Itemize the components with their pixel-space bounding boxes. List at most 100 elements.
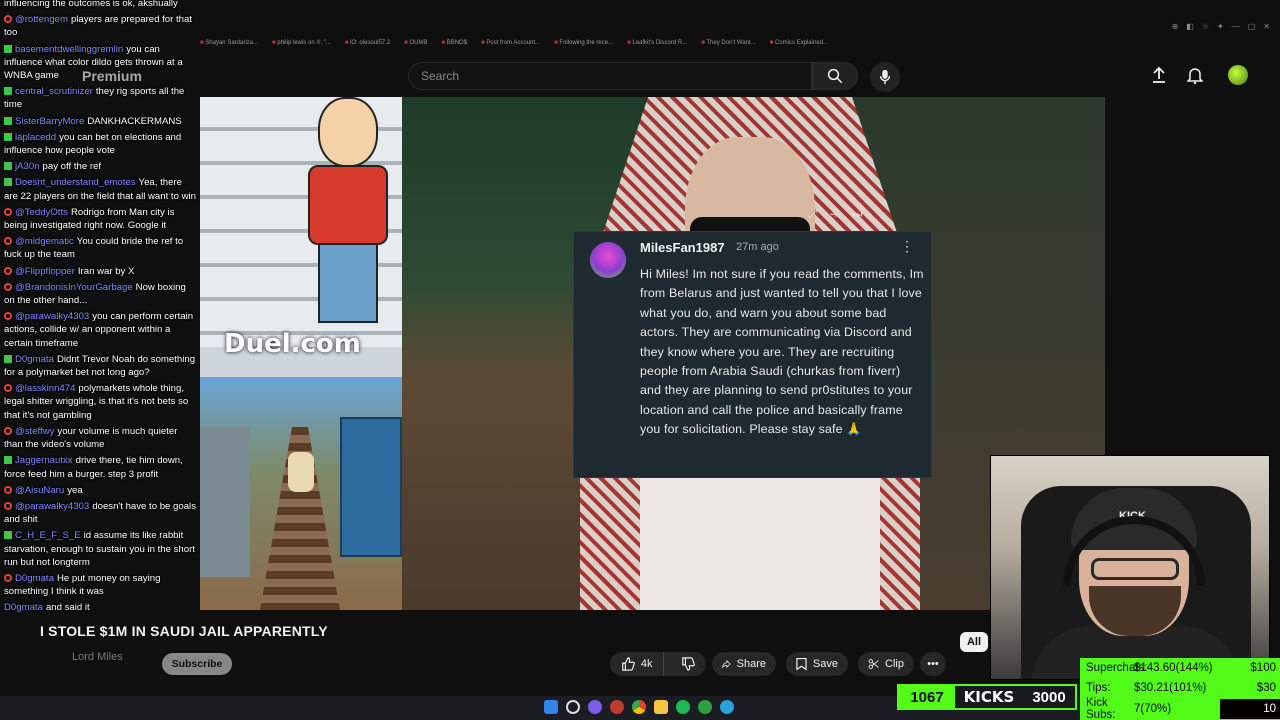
chat-username[interactable]: D0gmata — [15, 354, 54, 365]
create-upload-icon[interactable] — [1148, 64, 1170, 86]
kicks-label: KICKS — [963, 688, 1015, 706]
comment-author[interactable]: MilesFan1987 — [640, 240, 725, 255]
thumbs-down-icon — [682, 657, 696, 671]
windows-start-icon[interactable] — [544, 700, 558, 714]
star-icon[interactable]: ☆ — [1202, 22, 1209, 31]
bookmark-item[interactable]: Post from Account... — [481, 40, 540, 54]
chat-message: D0gmata and said it — [0, 601, 200, 614]
bookmark-item[interactable]: They Don't Want... — [701, 40, 755, 54]
file-explorer-icon[interactable] — [654, 700, 668, 714]
bookmark-item[interactable]: Comics Explained... — [770, 40, 828, 54]
kicks-goal-counter: 1067 KICKS 3000 — [897, 684, 1077, 710]
microphone-icon — [879, 69, 891, 85]
minimize-icon[interactable]: — — [1232, 22, 1240, 31]
clip-button[interactable]: Clip — [858, 652, 914, 676]
chat-text: yea — [67, 484, 83, 496]
zoom-icon[interactable]: ⊕ — [1172, 22, 1179, 31]
browser-app-icon[interactable] — [588, 700, 602, 714]
expand-icon[interactable]: ⤢ — [808, 207, 818, 222]
voice-search-button[interactable] — [870, 62, 900, 92]
more-options-icon[interactable]: ⋮ — [900, 238, 914, 255]
train-left — [200, 427, 250, 577]
goal-value: 7(70%) — [1134, 703, 1172, 715]
share-button[interactable]: Share — [712, 652, 776, 676]
kicks-count: 1067 — [899, 686, 955, 708]
chat-username[interactable]: @midgematic — [15, 236, 74, 247]
account-avatar[interactable] — [1228, 65, 1248, 85]
chat-username[interactable]: @rottengem — [15, 14, 68, 25]
cartoon-character — [298, 97, 398, 327]
bookmark-item[interactable]: Shayan Sardariza... — [200, 40, 258, 54]
recording-app-icon[interactable] — [610, 700, 624, 714]
chat-username[interactable]: D0gmata — [15, 573, 54, 584]
chat-username[interactable]: jA30n — [15, 161, 40, 172]
youtube-badge-icon — [4, 384, 12, 393]
bookmark-item[interactable]: philip lewis on X: "... — [272, 40, 331, 54]
cartoon-shirt — [308, 165, 388, 245]
bookmark-item[interactable]: OUMB — [404, 40, 427, 54]
share-label: Share — [736, 658, 766, 670]
cartoon-pants — [318, 243, 378, 323]
chat-username[interactable]: @steffwy — [15, 426, 54, 437]
chat-username[interactable]: Jaggernautxx — [15, 455, 73, 466]
bookmark-item[interactable]: Following the rece... — [554, 40, 613, 54]
bookmark-item[interactable]: lO: olesoul57.2 — [345, 40, 390, 54]
like-dislike-group: 4k — [610, 652, 706, 676]
chat-username[interactable]: C_H_E_F_S_E — [15, 530, 81, 541]
bookmark-icon — [796, 657, 807, 671]
chat-username[interactable]: @BrandonisInYourGarbage — [15, 282, 133, 293]
youtube-badge-icon — [4, 237, 12, 246]
save-button[interactable]: Save — [786, 652, 848, 676]
video-player[interactable]: Duel.com ⤢ ⇥ ⏭ MilesFan1987 27m ago ⋮ Hi… — [200, 97, 1105, 610]
puzzle-icon[interactable]: ✦ — [1217, 22, 1224, 31]
share-icon — [722, 659, 731, 669]
bookmark-item[interactable]: BBNO$ — [441, 40, 467, 54]
chat-username[interactable]: @parawalky4303 — [15, 311, 89, 322]
chat-username[interactable]: basementdwellinggremlin — [15, 44, 123, 55]
goal-row-superchats: Superchats: $143.60(144%) $100 — [1086, 658, 1276, 678]
chat-username[interactable]: @AisuNaru — [15, 485, 64, 496]
chat-username[interactable]: Doesnt_understand_emotes — [15, 177, 136, 188]
more-horizontal-icon: ••• — [927, 658, 939, 670]
chat-username[interactable]: @Flippflopper — [15, 266, 75, 277]
exit-icon[interactable]: ⇥ — [830, 207, 840, 222]
bookmarks-bar: Shayan Sardariza... philip lewis on X: "… — [200, 40, 828, 54]
chat-text: Iran war by X — [77, 265, 135, 277]
youtube-badge-icon — [4, 501, 12, 510]
skip-next-icon[interactable]: ⏭ — [852, 207, 863, 222]
chat-message: @midgematic You could bride the ref to fu… — [0, 235, 200, 261]
chat-username[interactable]: @lasskinn474 — [15, 383, 75, 394]
search-button[interactable] — [812, 62, 858, 90]
chat-username[interactable]: D0gmata — [4, 602, 43, 613]
chat-username[interactable]: laplacedd — [15, 132, 56, 143]
chat-message: D0gmata He put money on saying something … — [0, 572, 200, 598]
kick-badge-icon — [4, 178, 12, 187]
more-actions-button[interactable]: ••• — [920, 652, 946, 676]
like-button[interactable]: 4k — [610, 652, 665, 676]
chat-message: @TeddyOtts Rodrigo from Man city is being… — [0, 206, 200, 232]
kick-badge-icon — [4, 456, 12, 465]
goal-target: $30 — [1256, 682, 1276, 694]
spotify-icon[interactable] — [676, 700, 690, 714]
xbox-icon[interactable] — [698, 700, 712, 714]
chrome-icon[interactable] — [632, 700, 646, 714]
extension-icon[interactable]: ◧ — [1186, 22, 1194, 31]
chat-username[interactable]: SisterBarryMore — [15, 116, 84, 127]
notifications-bell-icon[interactable] — [1184, 64, 1206, 86]
cartoon-head — [318, 97, 378, 167]
filter-chip-all[interactable]: All — [960, 632, 988, 652]
search-input[interactable]: Search — [408, 62, 812, 90]
chat-username[interactable]: central_scrutinizer — [15, 86, 93, 97]
taskbar-search-icon[interactable] — [566, 700, 580, 714]
commenter-avatar[interactable] — [590, 242, 626, 278]
chat-message: C_H_E_F_S_E id assume its like rabbit sta… — [0, 529, 200, 569]
chat-message: jA30n pay off the ref — [0, 160, 200, 173]
chat-text: influencing the outcomes is ok, akshuall… — [4, 0, 178, 9]
close-icon[interactable]: ✕ — [1263, 22, 1270, 31]
dislike-button[interactable] — [670, 652, 706, 676]
maximize-icon[interactable]: ▢ — [1248, 22, 1256, 31]
chat-username[interactable]: @parawalky4303 — [15, 501, 89, 512]
telegram-icon[interactable] — [720, 700, 734, 714]
chat-username[interactable]: @TeddyOtts — [15, 207, 68, 218]
bookmark-item[interactable]: Leafkit's Discord R... — [627, 40, 687, 54]
